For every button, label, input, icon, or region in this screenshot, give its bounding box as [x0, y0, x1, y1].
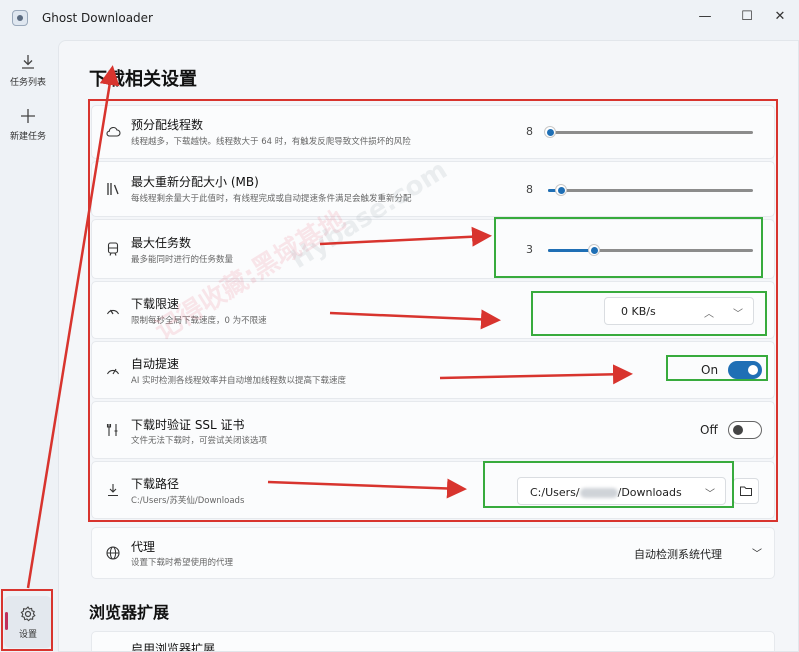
sidebar: 任务列表 新建任务 设置 [0, 36, 56, 652]
setting-title: 启用浏览器扩展 [131, 642, 216, 652]
annotation-green-box [531, 291, 767, 336]
annotation-green-box [494, 217, 763, 278]
download-icon [22, 54, 34, 69]
plus-icon [21, 108, 35, 123]
setting-card-proxy: 代理 设置下载时希望使用的代理 自动检测系统代理 ﹀ [91, 527, 775, 579]
proxy-dropdown-value[interactable]: 自动检测系统代理 [634, 546, 722, 562]
setting-title: 代理 [131, 540, 156, 554]
section-title-browser: 浏览器扩展 [89, 603, 170, 622]
section-title-download: 下载相关设置 [89, 69, 197, 90]
title-bar: Ghost Downloader — ☐ ✕ [0, 0, 799, 36]
setting-description: 设置下载时希望使用的代理 [131, 558, 234, 568]
annotation-red-box [1, 589, 53, 651]
annotation-green-box [483, 461, 734, 508]
window-title: Ghost Downloader [42, 11, 153, 25]
setting-card-browser-ext: 启用浏览器扩展 [91, 631, 775, 652]
minimize-button[interactable]: — [685, 4, 725, 28]
close-button[interactable]: ✕ [760, 4, 799, 28]
globe-icon [106, 546, 120, 560]
sidebar-item-task-list[interactable]: 任务列表 [4, 44, 52, 96]
sidebar-item-new-task[interactable]: 新建任务 [4, 98, 52, 150]
annotation-green-box [666, 355, 768, 381]
chevron-down-icon[interactable]: ﹀ [752, 545, 762, 560]
sidebar-item-label: 任务列表 [9, 77, 46, 88]
sidebar-item-label: 新建任务 [9, 131, 46, 142]
app-logo-icon [12, 10, 28, 26]
